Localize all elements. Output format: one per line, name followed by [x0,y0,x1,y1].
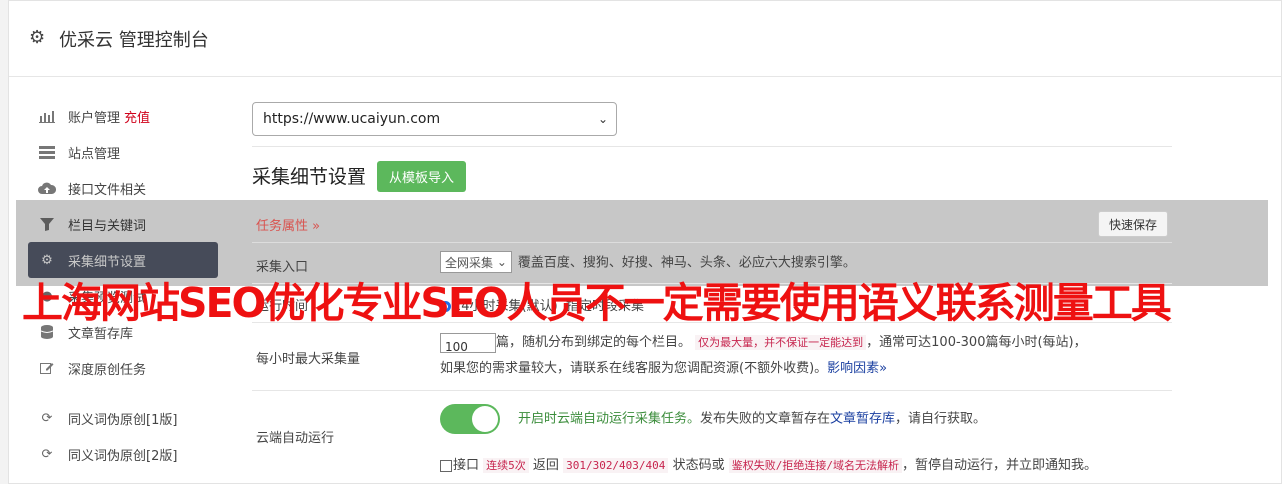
sidebar-item-label: 同义词伪原创[1版] [68,412,178,428]
row-value: 接口 连续5次 返回 301/302/403/404 状态码或 鉴权失败/拒绝连… [440,454,1170,473]
refresh-icon: ⟳ [41,446,53,462]
article-storage-link[interactable]: 文章暂存库 [830,412,895,427]
cloud-text: ，请自行获取。 [895,411,987,427]
sidebar-item-account[interactable]: 账户管理 充值 [28,98,218,134]
site-select[interactable]: https://www.ucaiyun.com ⌄ [252,102,617,136]
table-header-row: 任务属性 » 快速保存 [252,203,1172,243]
site-select-value: https://www.ucaiyun.com [263,111,441,127]
sidebar-item-deep-original[interactable]: 深度原创任务 [28,350,218,386]
row-label: 每小时最大采集量 [256,352,361,367]
influence-factors-link[interactable]: 影响因素» [827,361,887,376]
row-value: 开启时云端自动运行采集任务。发布失败的文章暂存在文章暂存库，请自行获取。 [440,404,1170,434]
edit-icon [38,361,56,375]
sidebar-item-synonym-v2[interactable]: ⟳ 同义词伪原创[2版] [28,436,218,472]
chevron-down-icon: ⌄ [597,112,608,126]
max-text: 如果您的需求量较大，请联系在线客服为您调配资源(不额外收费)。 [440,361,828,376]
entry-desc: 覆盖百度、搜狗、好搜、神马、头条、必应六大搜索引擎。 [517,255,856,271]
code-snippet: 鉴权失败/拒绝连接/域名无法解析 [728,458,902,473]
gear-icon: ⚙ [29,27,46,48]
bar-chart-icon [38,109,56,123]
sidebar-item-label: 账户管理 [68,110,121,126]
import-template-button[interactable]: 从模板导入 [377,161,467,192]
page-title: 优采云 管理控制台 [59,30,209,51]
row-value: 100 篇，随机分布到绑定的每个栏目。 仅为最大量，并不保证一定能达到 ，通常可达1… [440,330,1170,382]
sidebar-item-label: 站点管理 [68,146,121,162]
cloud-text: 发布失败的文章暂存在 [700,411,831,427]
pause-checkbox[interactable] [440,459,452,472]
max-note: 仅为最大量，并不保证一定能达到 [695,335,867,350]
sidebar-item-label: 接口文件相关 [68,182,147,198]
quick-save-button[interactable]: 快速保存 [1097,211,1168,237]
check-text: ，暂停自动运行，并立即通知我。 [901,458,1097,473]
check-text: 接口 [453,458,480,473]
row-label: 云端自动运行 [256,431,335,446]
check-text: 返回 [532,458,559,473]
task-attributes-toggle[interactable]: 任务属性 » [256,215,320,234]
entry-select[interactable]: 全网采集 ⌄ [440,251,512,273]
code-snippet: 301/302/403/404 [563,458,669,473]
max-text: 篇，随机分布到绑定的每个栏目。 [496,335,692,350]
check-text: 状态码或 [672,458,725,473]
max-per-hour-input[interactable]: 100 [440,332,496,354]
cloud-run-toggle[interactable] [440,404,500,434]
sidebar-item-label: 同义词伪原创[2版] [68,448,178,464]
sidebar-item-sites[interactable]: 站点管理 [28,134,218,170]
overlay-banner-text: 上海网站SEO优化专业SEO人员不一定需要使用语义联系测量工具 [22,279,1172,327]
row-cloud-run: 云端自动运行 开启时云端自动运行采集任务。发布失败的文章暂存在文章暂存库，请自行… [252,392,1172,481]
sidebar-item-synonym-v1[interactable]: ⟳ 同义词伪原创[1版] [28,400,218,436]
row-value: 全网采集 ⌄ 覆盖百度、搜狗、好搜、神马、头条、必应六大搜索引擎。 [440,251,856,273]
max-text: ，通常可达100-300篇每小时(每站)， [866,335,1087,350]
row-max-per-hour: 每小时最大采集量 100 篇，随机分布到绑定的每个栏目。 仅为最大量，并不保证一定… [252,324,1172,391]
code-snippet: 连续5次 [483,458,529,473]
cloud-upload-icon [38,181,56,195]
divider [252,146,1172,147]
recharge-link[interactable]: 充值 [124,107,150,126]
entry-select-value: 全网采集 [445,255,494,270]
sidebar-item-label: 深度原创任务 [68,362,147,378]
page-header: ⚙ 优采云 管理控制台 [9,1,1281,77]
cloud-run-enabled-text: 开启时云端自动运行采集任务。 [518,411,701,427]
row-label: 采集入口 [256,260,309,275]
section-title: 采集细节设置 [252,166,367,188]
server-icon [38,145,56,159]
refresh-icon: ⟳ [41,410,53,426]
